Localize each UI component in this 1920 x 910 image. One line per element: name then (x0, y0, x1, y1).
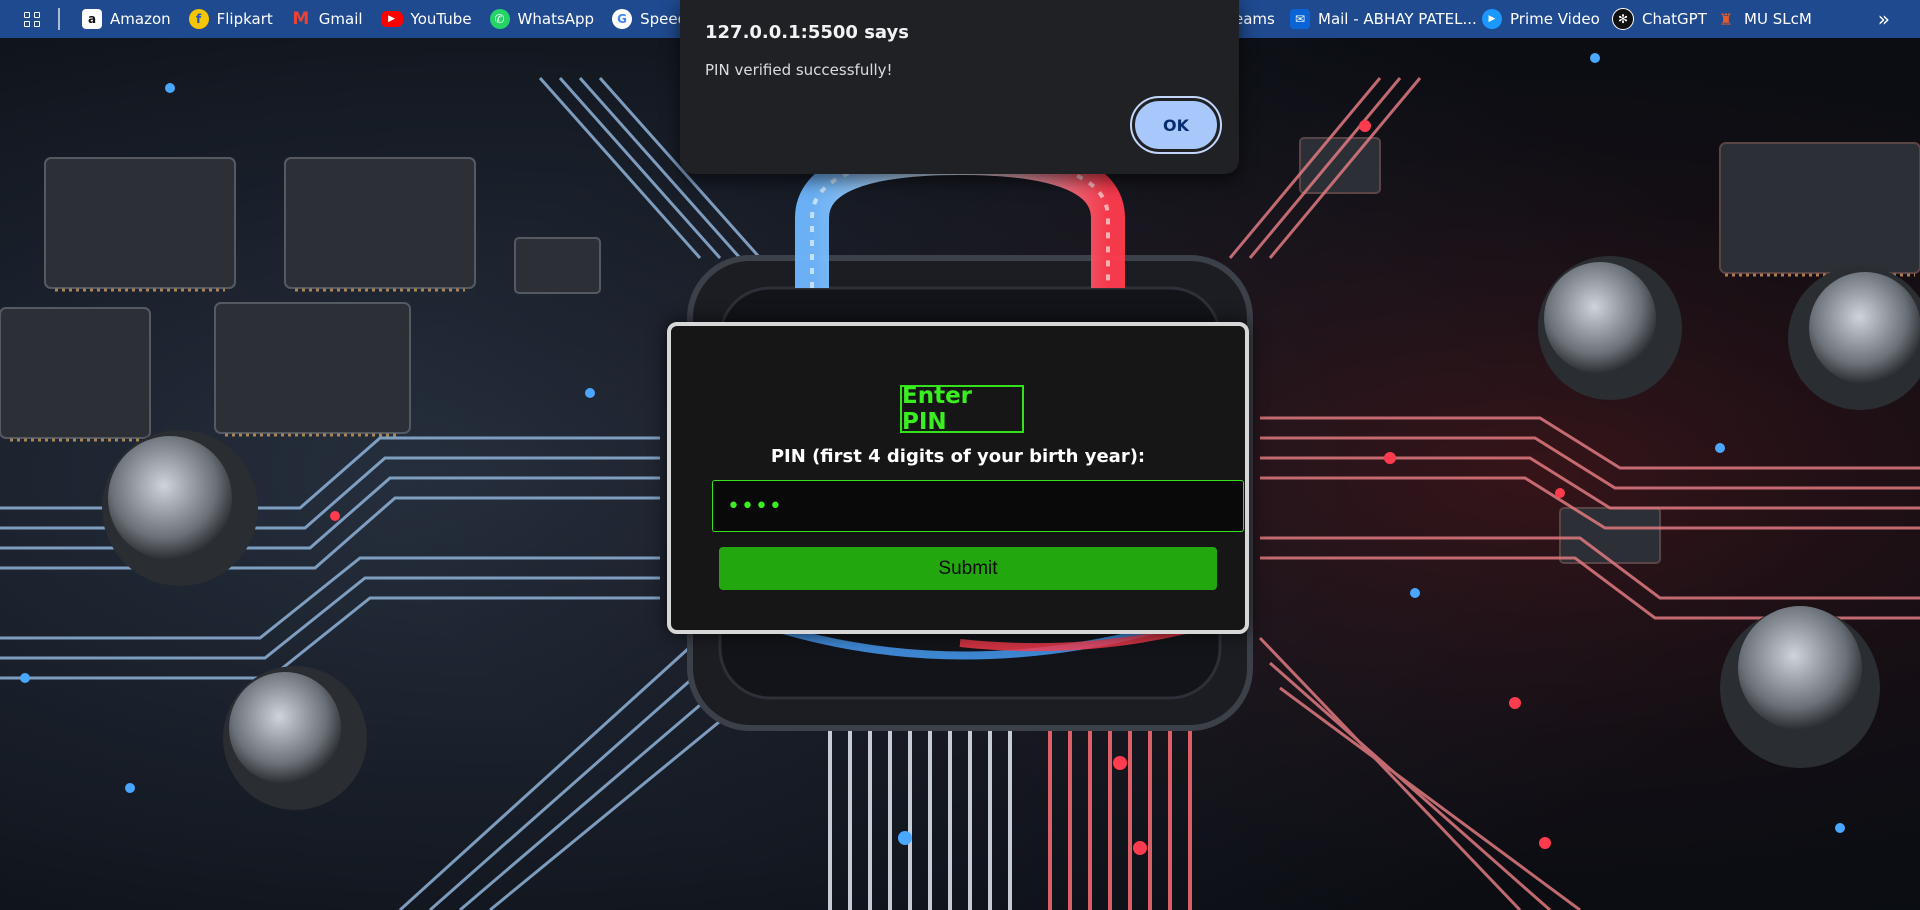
apps-grid-icon[interactable] (16, 0, 48, 38)
pin-field-label: PIN (first 4 digits of your birth year): (770, 446, 1146, 467)
bookmark-label: YouTube (410, 10, 472, 28)
pin-input[interactable] (712, 480, 1244, 532)
bookmark-mu-slcm[interactable]: ♜ MU SLcM (1708, 0, 1822, 38)
alert-dialog: 127.0.0.1:5500 says PIN verified success… (680, 0, 1239, 174)
pin-form-title: Enter PIN (900, 383, 1024, 435)
bookmark-label: Flipkart (216, 10, 273, 28)
outlook-mail-icon: ✉ (1290, 9, 1310, 29)
whatsapp-icon: ✆ (489, 9, 510, 29)
gmail-icon: M (292, 9, 310, 29)
amazon-icon: a (82, 9, 102, 29)
bookmark-label: ChatGPT (1642, 10, 1707, 28)
bookmark-amazon[interactable]: a Amazon (74, 0, 181, 38)
bookmark-prime-video[interactable]: ▶ Prime Video (1474, 0, 1610, 38)
bookmark-label: Amazon (110, 10, 171, 28)
bookmark-flipkart[interactable]: f Flipkart (181, 0, 283, 38)
bookmark-label: Prime Video (1510, 10, 1600, 28)
bookmark-label: Gmail (318, 10, 363, 28)
bookmark-label: Mail - ABHAY PATEL... (1318, 10, 1477, 28)
alert-title: 127.0.0.1:5500 says (705, 22, 909, 43)
youtube-icon: ▶ (380, 11, 403, 27)
bookmark-label: WhatsApp (517, 10, 595, 28)
bookmark-chatgpt[interactable]: ✻ ChatGPT (1604, 0, 1717, 38)
bookmarks-separator (58, 8, 60, 30)
submit-button[interactable]: Submit (719, 547, 1217, 590)
bookmark-whatsapp[interactable]: ✆ WhatsApp (482, 0, 605, 38)
bookmark-label: MU SLcM (1744, 10, 1812, 28)
bookmark-outlook-mail[interactable]: ✉ Mail - ABHAY PATEL... (1282, 0, 1487, 38)
google-icon: G (612, 9, 633, 29)
bookmark-youtube[interactable]: ▶ YouTube (373, 0, 482, 38)
ok-button[interactable]: OK (1130, 96, 1222, 154)
bookmark-gmail[interactable]: M Gmail (283, 0, 373, 38)
prime-video-icon: ▶ (1482, 9, 1502, 29)
bookmarks-overflow-icon[interactable]: » (1878, 0, 1890, 38)
chatgpt-icon: ✻ (1612, 8, 1634, 30)
mu-slcm-icon: ♜ (1718, 9, 1734, 29)
pin-entry-card: Enter PIN PIN (first 4 digits of your bi… (667, 322, 1249, 634)
bookmark-label: eams (1234, 10, 1275, 28)
flipkart-icon: f (188, 9, 209, 29)
alert-message: PIN verified successfully! (705, 61, 893, 79)
